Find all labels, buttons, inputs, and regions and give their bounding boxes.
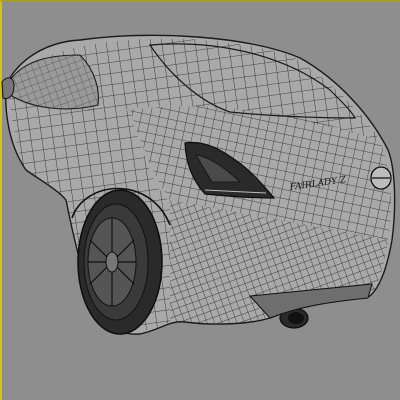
- rear-emblem: [370, 166, 392, 190]
- rear-wheel: [77, 189, 163, 335]
- 3d-viewport[interactable]: FAIRLADY Z: [0, 0, 400, 400]
- wireframe-render: FAIRLADY Z: [1, 34, 396, 335]
